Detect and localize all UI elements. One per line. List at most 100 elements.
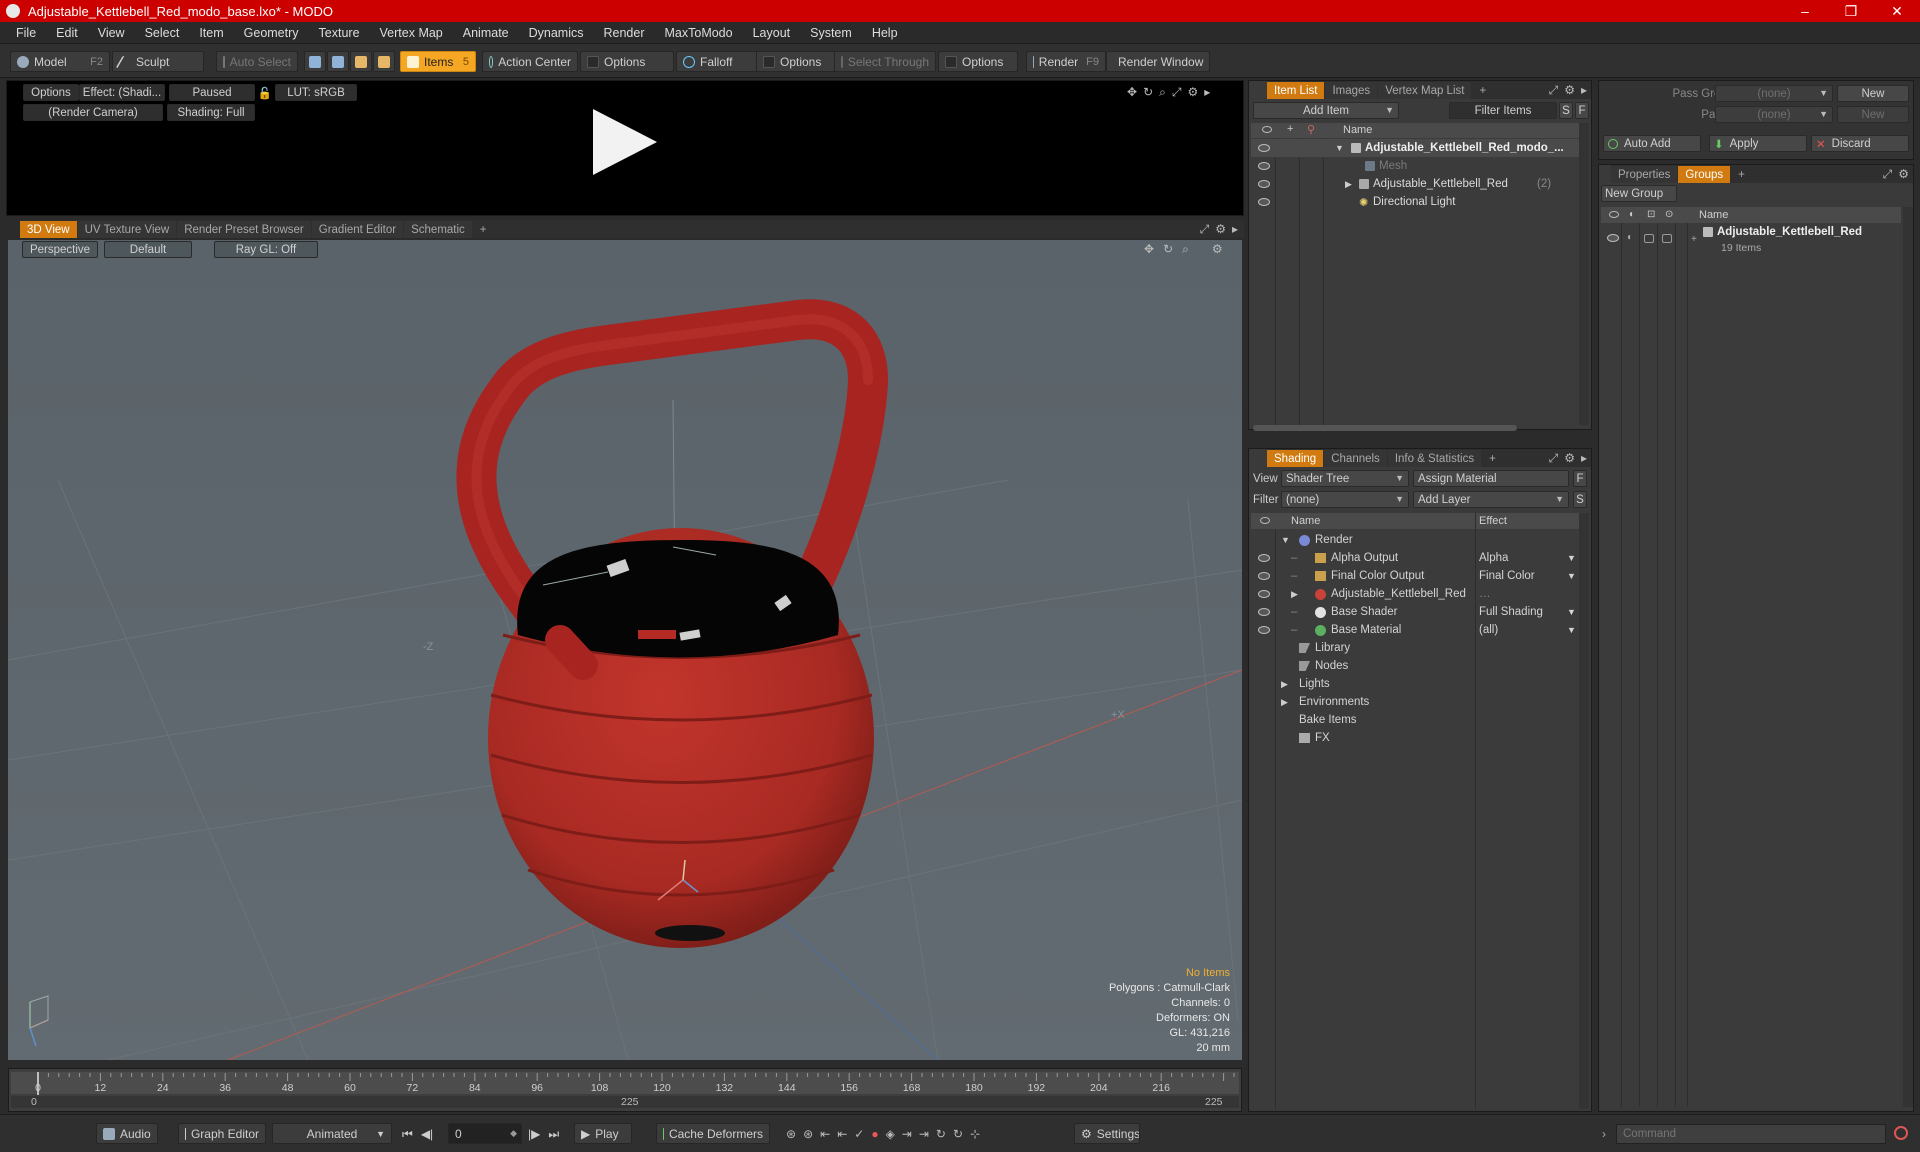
maximize-button[interactable]: ❐ — [1828, 3, 1874, 20]
maximize-panel-icon[interactable]: ⤢ — [1549, 83, 1559, 98]
tab-vertex-map-list[interactable]: Vertex Map List — [1378, 82, 1472, 99]
zoom-view-icon[interactable]: ⌕ — [1159, 85, 1166, 100]
eye-icon[interactable] — [1607, 234, 1619, 242]
key-options-icon[interactable]: ⊹ — [970, 1127, 980, 1141]
audio-button[interactable]: Audio — [96, 1123, 158, 1144]
menu-animate[interactable]: Animate — [453, 26, 519, 40]
menu-item[interactable]: Item — [189, 26, 233, 40]
tab-properties[interactable]: Properties — [1611, 166, 1678, 183]
pass-groups-dropdown[interactable]: (none) ▼ — [1715, 85, 1833, 102]
maximize-panel-icon[interactable]: ⤢ — [1883, 167, 1893, 182]
lock-toggle[interactable] — [1644, 234, 1654, 243]
tab-gradient-editor[interactable]: Gradient Editor — [311, 221, 404, 238]
shader-tree-scrollbar[interactable] — [1579, 513, 1589, 1109]
frame-spinner-icon[interactable]: ◆ — [510, 1128, 517, 1139]
list-item[interactable]: ▼ Adjustable_Kettlebell_Red_modo_... — [1251, 139, 1579, 157]
list-item[interactable]: ▼ Render — [1251, 531, 1579, 549]
lock-icon[interactable]: 🔓 — [259, 84, 271, 101]
tab-uv-texture-view[interactable]: UV Texture View — [77, 221, 177, 238]
gear-icon[interactable]: ⚙ — [1564, 83, 1575, 98]
apply-button[interactable]: ⬇ Apply — [1709, 135, 1807, 152]
vertices-mode-button[interactable] — [304, 51, 326, 72]
falloff-button[interactable]: Falloff — [676, 51, 758, 72]
zoom-view-icon[interactable]: ⌕ — [1182, 242, 1189, 257]
preview-camera-dropdown[interactable]: (Render Camera) — [23, 104, 163, 121]
list-item[interactable]: ▶ Environments — [1251, 693, 1579, 711]
command-expand-icon[interactable]: › — [1602, 1127, 1606, 1141]
list-item[interactable]: Bake Items — [1251, 711, 1579, 729]
shader-item-effect[interactable]: Full Shading — [1479, 606, 1543, 618]
select-through-options-button[interactable]: Options — [938, 51, 1018, 72]
tab-shading[interactable]: Shading — [1267, 450, 1324, 467]
groups-scrollbar[interactable] — [1903, 207, 1913, 1107]
filter-toggle-f[interactable]: F — [1575, 102, 1589, 119]
edges-mode-button[interactable] — [327, 51, 349, 72]
list-item[interactable]: – Base Shader Full Shading ▼ — [1251, 603, 1579, 621]
skip-start-icon[interactable]: ⏮ — [402, 1127, 413, 1142]
shader-item-effect[interactable]: Alpha — [1479, 552, 1508, 564]
add-tab-button[interactable]: + — [1472, 82, 1493, 99]
add-tab-button[interactable]: + — [473, 221, 494, 238]
list-item[interactable]: Library — [1251, 639, 1579, 657]
select-through-button[interactable]: Select Through — [834, 51, 936, 72]
filter-dropdown[interactable]: (none) ▼ — [1281, 491, 1409, 508]
tab-groups[interactable]: Groups — [1678, 166, 1731, 183]
list-item[interactable]: – Alpha Output Alpha ▼ — [1251, 549, 1579, 567]
play-preview-icon[interactable] — [593, 109, 657, 175]
items-mode-button[interactable]: Items 5 — [400, 51, 476, 72]
action-center-button[interactable]: Action Center — [482, 51, 578, 72]
maximize-view-icon[interactable]: ⤢ — [1172, 85, 1182, 100]
eye-icon[interactable] — [1258, 162, 1270, 170]
menu-help[interactable]: Help — [862, 26, 908, 40]
shading-f-toggle[interactable]: F — [1573, 470, 1587, 487]
raygl-toggle[interactable]: Ray GL: Off — [214, 241, 318, 258]
record-icon[interactable]: ● — [871, 1127, 878, 1141]
rotate-view-icon[interactable]: ↻ — [1143, 85, 1153, 100]
passes-dropdown[interactable]: (none) ▼ — [1715, 106, 1833, 123]
key-icon[interactable]: ◈ — [886, 1127, 895, 1141]
menu-edit[interactable]: Edit — [46, 26, 88, 40]
eye-icon[interactable] — [1258, 608, 1270, 616]
cache-deformers-button[interactable]: Cache Deformers — [656, 1123, 770, 1144]
list-item[interactable]: ▶ Adjustable_Kettlebell_Red (2) — [1251, 175, 1579, 193]
tab-schematic[interactable]: Schematic — [404, 221, 472, 238]
next-key-alt-icon[interactable]: ⇥ — [919, 1127, 929, 1141]
filter-items-input[interactable]: Filter Items — [1449, 102, 1557, 119]
add-item-dropdown[interactable]: Add Item ▼ — [1253, 102, 1399, 119]
list-item[interactable]: – Base Material (all) ▼ — [1251, 621, 1579, 639]
scene-canvas[interactable]: -Z +X — [8, 240, 1242, 1060]
gear-icon[interactable]: ⚙ — [1212, 242, 1223, 257]
expand-arrow-icon[interactable]: ▸ — [1204, 85, 1210, 100]
action-center-options-button[interactable]: Options — [580, 51, 674, 72]
expand-arrow-icon[interactable]: ▸ — [1232, 222, 1238, 237]
eye-icon[interactable] — [1258, 554, 1270, 562]
gear-icon[interactable]: ⚙ — [1215, 222, 1226, 237]
tab-channels[interactable]: Channels — [1324, 450, 1387, 467]
render-toggle-icon[interactable]: ◐ — [1627, 232, 1633, 243]
add-layer-dropdown[interactable]: Add Layer ▼ — [1413, 491, 1569, 508]
step-forward-icon[interactable]: |▶ — [528, 1127, 540, 1142]
skip-end-icon[interactable]: ⏭ — [548, 1127, 559, 1142]
eye-icon[interactable] — [1258, 198, 1270, 206]
play-button[interactable]: ▶ Play — [574, 1123, 632, 1144]
command-history-icon[interactable] — [1894, 1126, 1908, 1140]
menu-geometry[interactable]: Geometry — [234, 26, 309, 40]
collapse-arrow-icon[interactable]: ▼ — [1281, 535, 1290, 545]
list-item[interactable]: Nodes — [1251, 657, 1579, 675]
minimize-button[interactable]: – — [1782, 3, 1828, 19]
maximize-panel-icon[interactable]: ⤢ — [1549, 451, 1559, 466]
move-view-icon[interactable]: ✥ — [1144, 242, 1154, 257]
shading-s-toggle[interactable]: S — [1573, 491, 1587, 508]
settings-button[interactable]: ⚙ Settings — [1074, 1123, 1140, 1144]
chevron-down-icon[interactable]: ▼ — [1567, 571, 1576, 581]
chevron-down-icon[interactable]: ▼ — [1567, 607, 1576, 617]
key-mode-icon[interactable]: ⊛ — [803, 1127, 813, 1141]
auto-key-icon[interactable]: ✓ — [854, 1127, 864, 1141]
list-item[interactable]: – Final Color Output Final Color ▼ — [1251, 567, 1579, 585]
chevron-down-icon[interactable]: ▼ — [1567, 553, 1576, 563]
auto-add-button[interactable]: Auto Add — [1603, 135, 1701, 152]
preview-effect-dropdown[interactable]: Effect: (Shadi... — [79, 84, 165, 101]
list-item[interactable]: FX — [1251, 729, 1579, 747]
select-toggle[interactable] — [1662, 234, 1672, 243]
tab-item-list[interactable]: Item List — [1267, 82, 1325, 99]
